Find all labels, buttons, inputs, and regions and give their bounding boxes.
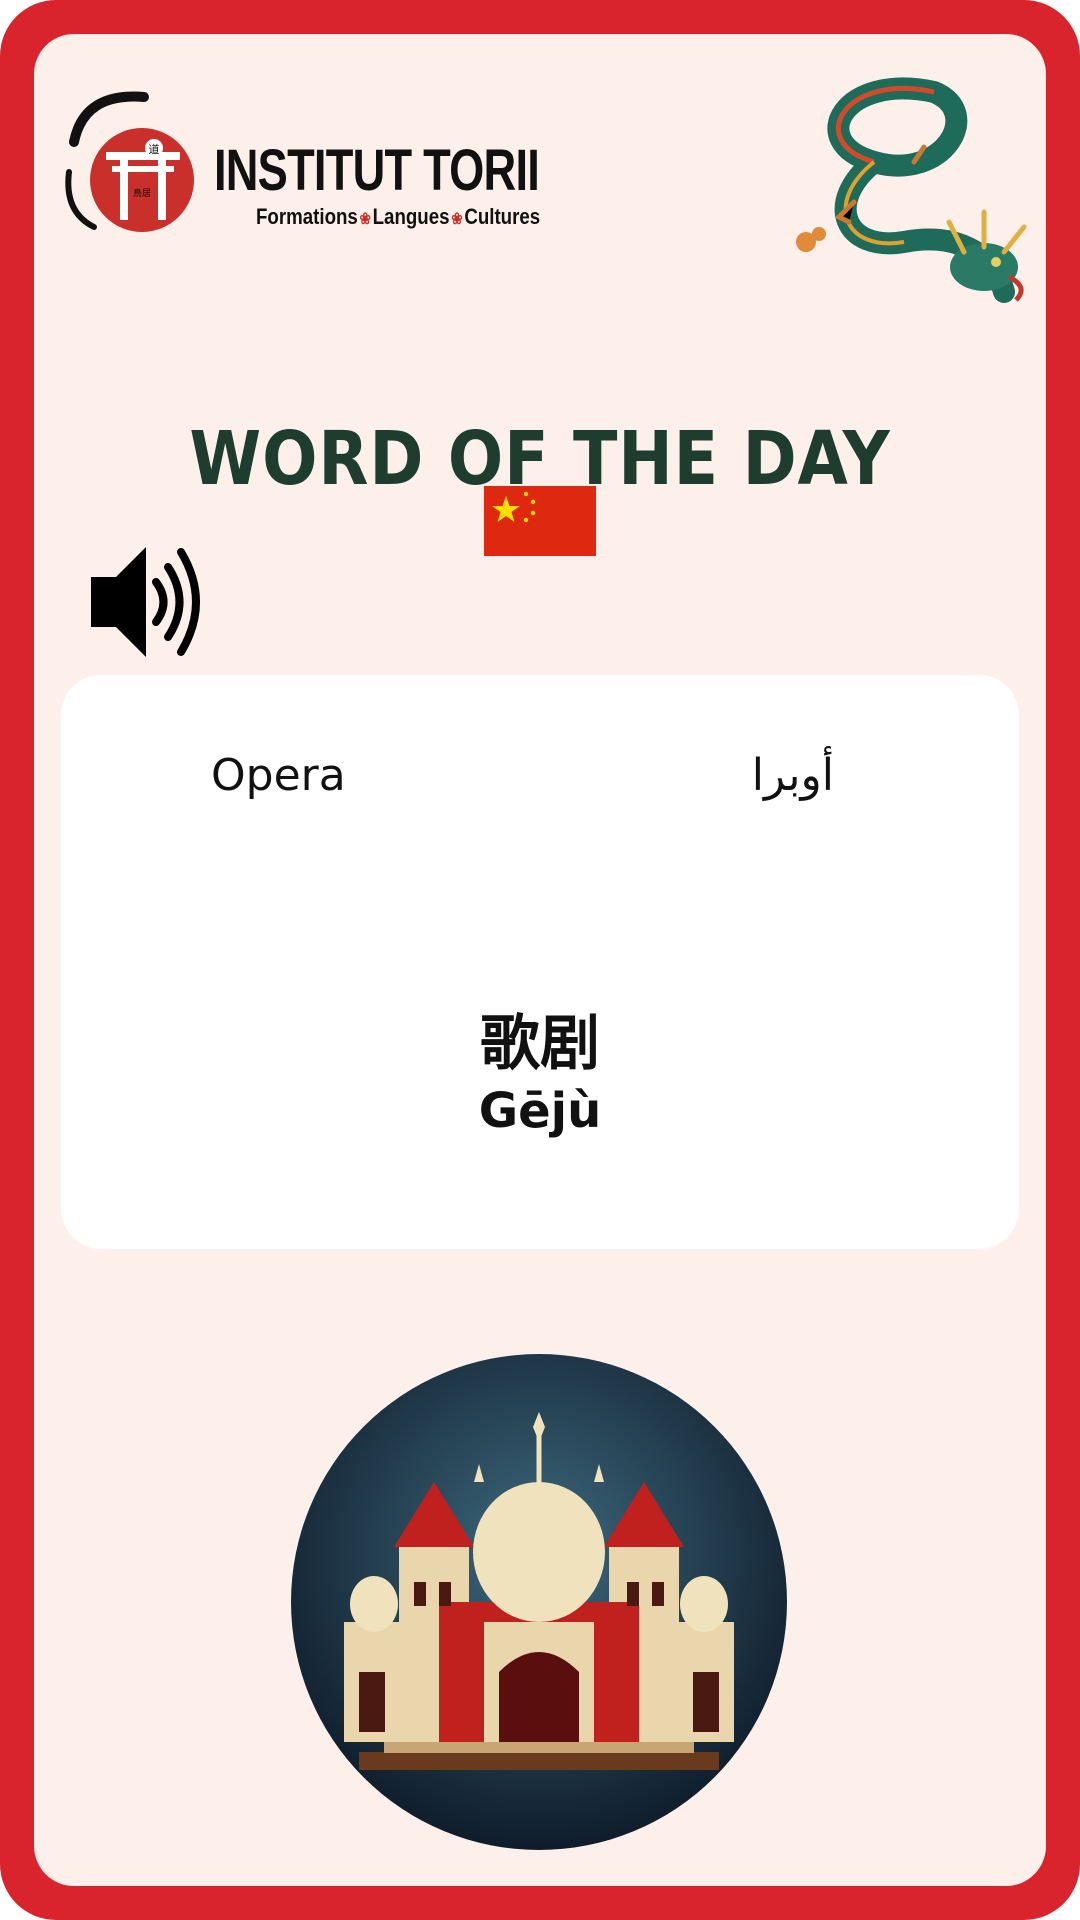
svg-text:鳥居: 鳥居 [133,187,151,199]
svg-text:道: 道 [149,142,160,156]
word-english: Opera [211,750,346,801]
china-flag-icon [484,486,596,556]
word-card: Opera أوبرا 歌剧 Gējù [61,675,1019,1249]
card-frame: 道 鳥居 INSTITUT TORII Formations ❀Langues ❀C… [0,0,1080,1920]
word-pinyin: Gējù [478,1083,602,1139]
speaker-icon[interactable] [86,532,206,672]
logo-tagline: Formations ❀Langues ❀Cultures [256,204,541,229]
content-panel: 道 鳥居 INSTITUT TORII Formations ❀Langues ❀C… [34,34,1046,1886]
dragon-illustration [796,77,1027,303]
institut-torii-logo: 道 鳥居 INSTITUT TORII Formations ❀Langues ❀C… [54,72,540,242]
word-chinese: 歌剧 [480,1009,600,1079]
opera-house-illustration [291,1354,787,1850]
logo-title: INSTITUT TORII [214,138,540,203]
torii-gate-icon: 道 鳥居 [65,91,194,232]
word-arabic: أوبرا [751,750,834,801]
